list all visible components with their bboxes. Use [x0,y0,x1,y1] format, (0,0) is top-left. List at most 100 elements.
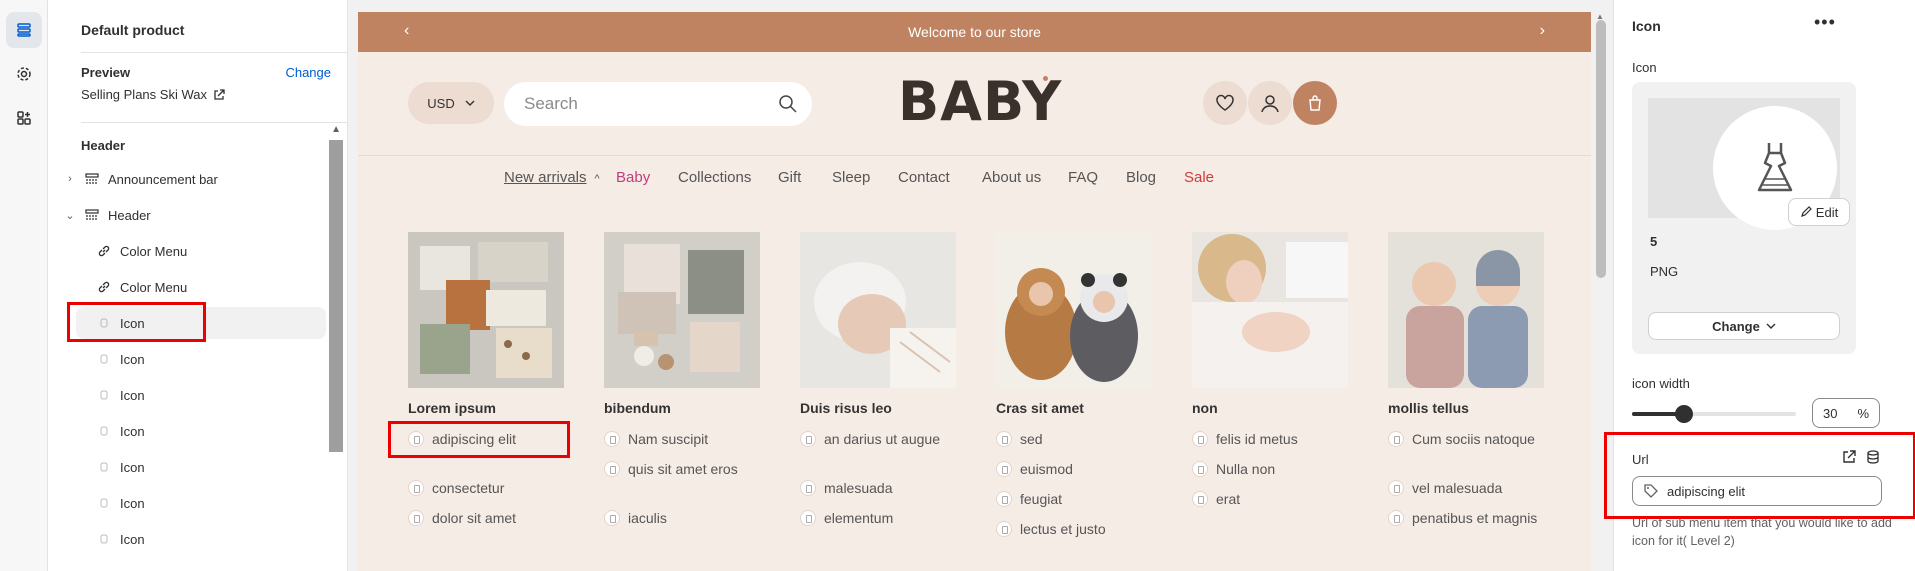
search-icon[interactable] [778,94,798,114]
tree-item[interactable]: › Announcement bar [64,163,326,195]
url-input[interactable]: adipiscing elit [1632,476,1882,506]
panel-title: Icon [1632,18,1661,34]
search-input[interactable]: Search [504,82,812,126]
scroll-up-arrow[interactable]: ▲ [331,124,341,135]
slider-knob[interactable] [1675,405,1693,423]
external-link-icon[interactable] [1842,450,1856,464]
tree-item[interactable]: Icon [76,415,326,447]
nav-item[interactable]: New arrivals ^ [504,169,600,186]
menu-column-heading[interactable]: Cras sit amet [996,400,1084,416]
tree-item[interactable]: Color Menu [76,235,326,267]
menu-item-icon [408,510,424,526]
menu-link[interactable]: elementum [800,509,955,527]
scroll-thumb[interactable] [1596,20,1606,278]
menu-link[interactable]: Nulla non [1192,460,1347,478]
nav-item[interactable]: Gift [778,169,801,186]
database-icon[interactable] [1866,450,1880,464]
nav-item[interactable]: About us [982,169,1041,186]
edit-image-button[interactable]: Edit [1788,198,1850,226]
change-preview-link[interactable]: Change [285,65,331,80]
menu-link[interactable]: dolor sit amet [408,509,563,527]
chevron-down-icon[interactable]: ⌄ [64,209,76,222]
menu-column-heading[interactable]: Lorem ipsum [408,400,496,416]
chevron-left-icon[interactable]: ‹ [404,22,409,40]
menu-link[interactable]: sed [996,430,1151,448]
menu-link[interactable]: malesuada [800,479,955,497]
link-icon [96,243,112,259]
menu-item-icon [996,431,1012,447]
tree-item-label: Icon [120,351,145,367]
menu-link[interactable]: Cum sociis natoque [1388,430,1543,448]
icon-width-input[interactable]: 30 % [1812,398,1880,428]
tree-item[interactable]: Icon [76,451,326,483]
nav-item[interactable]: Collections [678,169,751,186]
menu-link[interactable]: consectetur [408,479,563,497]
tree-item[interactable]: Icon [76,343,326,375]
preview-canvas: ‹ Welcome to our store › USD Search BABY [348,0,1613,571]
account-button[interactable] [1248,81,1292,125]
currency-selector[interactable]: USD [408,82,494,124]
menu-item-icon [1388,510,1404,526]
menu-item-icon [1388,431,1404,447]
menu-link[interactable]: vel malesuada [1388,479,1543,497]
tree-item[interactable]: Icon [76,379,326,411]
menu-column-image[interactable] [408,232,564,388]
menu-column-image[interactable] [1388,232,1544,388]
tree-item[interactable]: Icon [76,307,326,339]
nav-item[interactable]: FAQ [1068,169,1098,186]
menu-column-heading[interactable]: Duis risus leo [800,400,892,416]
chevron-right-icon[interactable]: › [1540,22,1545,40]
tree-item[interactable]: ⌄ Header [64,199,326,231]
menu-link[interactable]: felis id metus [1192,430,1347,448]
menu-link-label: malesuada [824,480,893,496]
menu-link-label: Nam suscipit [628,431,709,447]
nav-item[interactable]: Sale [1184,169,1214,186]
menu-link[interactable]: euismod [996,460,1151,478]
image-icon [96,423,112,439]
edit-label: Edit [1815,204,1839,220]
cart-button[interactable] [1293,81,1337,125]
menu-link[interactable]: lectus et justo [996,520,1151,538]
icon-setting-label: Icon [1632,60,1657,75]
menu-column-image[interactable] [996,232,1152,388]
tree-scrollbar[interactable] [329,140,343,452]
menu-link[interactable]: feugiat [996,490,1151,508]
theme-editor: Default product Preview Change Selling P… [0,0,1915,571]
tree-item[interactable]: Icon [76,523,326,555]
menu-link[interactable]: an darius ut augue [800,430,955,448]
nav-item[interactable]: Baby [616,169,650,186]
menu-column-image[interactable] [604,232,760,388]
menu-column-image[interactable] [800,232,956,388]
menu-column-heading[interactable]: bibendum [604,400,671,416]
menu-link[interactable]: erat [1192,490,1347,508]
store-logo[interactable]: BABY [898,70,1062,133]
menu-column-image[interactable] [1192,232,1348,388]
menu-link[interactable]: penatibus et magnis [1388,509,1543,527]
more-actions-icon[interactable]: ••• [1814,12,1836,33]
menu-link[interactable]: quis sit amet eros [604,460,759,478]
nav-item[interactable]: Blog [1126,169,1156,186]
change-image-button[interactable]: Change [1648,312,1840,340]
chevron-right-icon[interactable]: › [64,173,76,185]
tree-item[interactable]: Icon [76,487,326,519]
store-preview: ‹ Welcome to our store › USD Search BABY [358,12,1591,571]
preview-product[interactable]: Selling Plans Ski Wax [81,87,225,102]
menu-link[interactable]: iaculis [604,509,759,527]
announcement-text: Welcome to our store [908,24,1041,40]
icon-width-slider[interactable] [1632,405,1796,423]
menu-column-heading[interactable]: non [1192,400,1218,416]
wishlist-button[interactable] [1203,81,1247,125]
sections-nav-button[interactable] [6,12,42,48]
tree-item[interactable]: Color Menu [76,271,326,303]
menu-column-heading[interactable]: mollis tellus [1388,400,1469,416]
menu-link[interactable]: adipiscing elit [408,430,563,448]
apps-nav-button[interactable] [6,100,42,136]
menu-link[interactable]: Nam suscipit [604,430,759,448]
nav-item[interactable]: Contact [898,169,950,186]
settings-nav-button[interactable] [6,56,42,92]
image-preview: Edit [1648,98,1850,230]
divider [81,52,347,53]
nav-item[interactable]: Sleep [832,169,870,186]
menu-link-label: vel malesuada [1412,480,1503,496]
preview-scrollbar[interactable]: ▲ [1593,12,1609,571]
